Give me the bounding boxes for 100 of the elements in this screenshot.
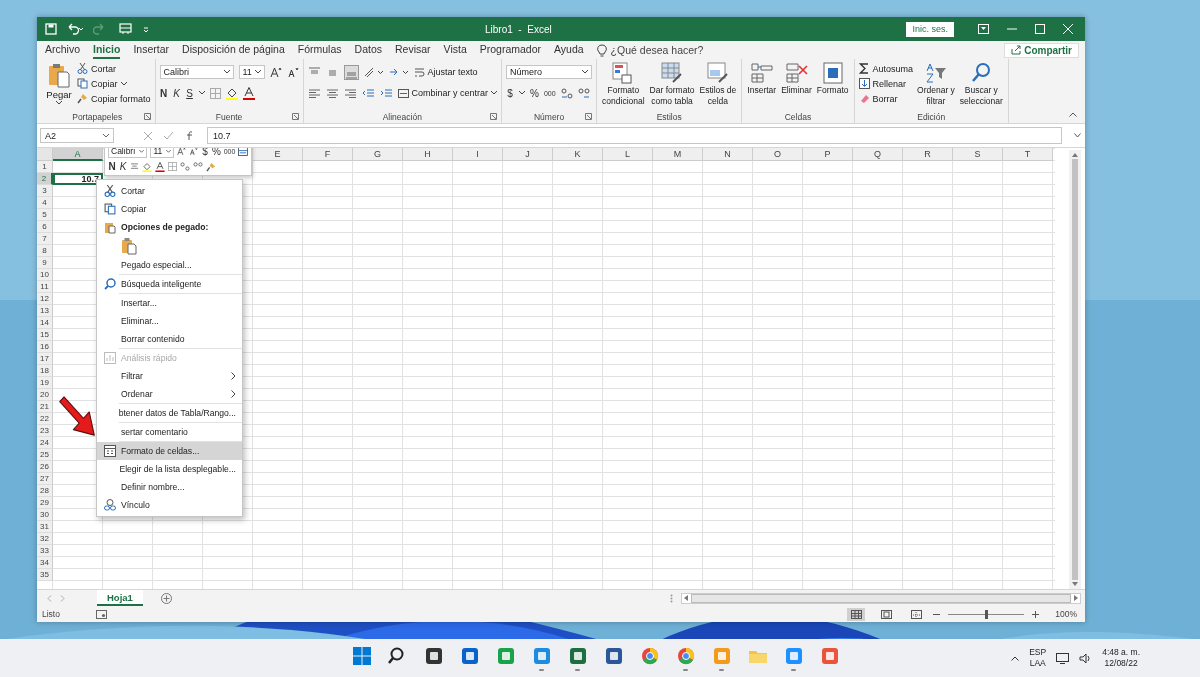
decrease-indent-icon[interactable] — [361, 87, 375, 99]
grow-font-icon[interactable] — [269, 66, 282, 78]
underline-button[interactable]: S — [185, 87, 194, 99]
network-icon[interactable] — [1056, 652, 1070, 664]
cut-button[interactable]: Cortar — [77, 62, 151, 75]
clock-date[interactable]: 12/08/22 — [1104, 658, 1138, 669]
autosum-button[interactable]: Autosuma — [858, 62, 914, 75]
row-header[interactable]: 6 — [37, 221, 53, 233]
column-header[interactable]: P — [803, 148, 853, 161]
number-format-field[interactable]: Número — [506, 65, 593, 79]
caret-icon[interactable] — [519, 91, 526, 95]
save-icon[interactable] — [45, 23, 57, 35]
language-text[interactable]: ESP — [1029, 647, 1047, 658]
add-sheet-icon[interactable] — [160, 592, 172, 604]
row-header[interactable]: 18 — [37, 365, 53, 377]
menu-item[interactable]: Copiar — [97, 200, 242, 218]
column-header[interactable]: K — [553, 148, 603, 161]
align-right-icon[interactable] — [343, 87, 357, 99]
taskbar-app-icon[interactable] — [603, 645, 624, 666]
dialog-launcher-icon[interactable] — [490, 113, 498, 120]
row-header[interactable]: 16 — [37, 341, 53, 353]
clock-time[interactable]: 4:48 a. m. — [1102, 647, 1140, 658]
row-header[interactable]: 11 — [37, 281, 53, 293]
bold-button[interactable]: N — [108, 161, 116, 173]
macro-record-icon[interactable] — [95, 609, 107, 619]
column-header[interactable]: L — [603, 148, 653, 161]
row-header[interactable]: 14 — [37, 317, 53, 329]
sheet-tab[interactable]: Hoja1 — [97, 590, 143, 606]
row-header[interactable]: 15 — [37, 329, 53, 341]
merge-center-button[interactable]: Combinar y centrar — [397, 86, 498, 100]
increase-decimal-icon[interactable] — [560, 87, 573, 99]
menu-item[interactable]: Vínculo — [97, 496, 242, 514]
tell-me-field[interactable]: ¿Qué desea hacer? — [610, 44, 704, 56]
font-size-field[interactable]: 11 — [150, 148, 175, 158]
sort-filter-button[interactable]: Ordenar y filtrar — [916, 62, 956, 110]
row-header[interactable]: 12 — [37, 293, 53, 305]
align-bottom-icon[interactable] — [343, 64, 359, 80]
menu-item[interactable]: Filtrar — [97, 367, 242, 385]
row-header[interactable]: 2 — [37, 173, 53, 185]
format-table-icon[interactable] — [238, 148, 248, 156]
font-name-field[interactable]: Calibri — [159, 65, 234, 79]
text-direction-icon[interactable] — [388, 66, 409, 78]
ribbon-tab[interactable]: Ayuda — [554, 41, 584, 59]
row-header[interactable]: 35 — [37, 569, 53, 581]
splitter-icon[interactable] — [670, 593, 673, 603]
font-color-icon[interactable] — [155, 161, 165, 172]
row-header[interactable]: 32 — [37, 533, 53, 545]
shrink-font-icon[interactable] — [286, 66, 299, 78]
horizontal-scrollbar[interactable] — [681, 592, 1081, 604]
dialog-launcher-icon[interactable] — [585, 113, 593, 120]
font-size-field[interactable]: 11 — [238, 65, 265, 79]
column-header[interactable]: H — [403, 148, 453, 161]
ribbon-display-icon[interactable] — [978, 24, 989, 34]
menu-item[interactable]: Pegado especial... — [97, 256, 242, 274]
row-header[interactable]: 27 — [37, 473, 53, 485]
row-header[interactable]: 22 — [37, 413, 53, 425]
menu-item[interactable]: Borrar contenido — [97, 330, 242, 348]
column-header[interactable]: N — [703, 148, 753, 161]
ribbon-tab[interactable]: Vista — [443, 41, 467, 59]
font-name-field[interactable]: Calibri — [108, 148, 148, 158]
format-painter-button[interactable]: Copiar formato — [77, 92, 151, 105]
collapse-ribbon-icon[interactable] — [1069, 112, 1077, 117]
style-button[interactable]: Estilos de celda — [698, 62, 738, 110]
format-painter-icon[interactable] — [206, 161, 216, 172]
share-button[interactable]: Compartir — [1004, 42, 1079, 58]
cells-button[interactable]: Eliminar — [780, 62, 813, 110]
cells-button[interactable]: Insertar — [746, 62, 778, 110]
row-header[interactable]: 19 — [37, 377, 53, 389]
wrap-text-button[interactable]: Ajustar texto — [413, 65, 478, 79]
row-header[interactable]: 25 — [37, 449, 53, 461]
row-header[interactable]: 31 — [37, 521, 53, 533]
paste-option-icon[interactable] — [121, 237, 137, 255]
row-header[interactable]: 33 — [37, 545, 53, 557]
row-header[interactable]: 8 — [37, 245, 53, 257]
menu-item[interactable]: Formato de celdas... — [97, 442, 242, 460]
column-header[interactable]: I — [453, 148, 503, 161]
name-box[interactable]: A2 — [40, 128, 114, 143]
undo-icon[interactable] — [67, 23, 83, 35]
zoom-percentage[interactable]: 100% — [1055, 609, 1077, 619]
row-header[interactable]: 9 — [37, 257, 53, 269]
keyboard-layout-text[interactable]: LAA — [1029, 658, 1046, 669]
zoom-slider-thumb[interactable] — [985, 609, 989, 619]
column-header[interactable]: T — [1003, 148, 1053, 161]
ribbon-tab[interactable]: Archivo — [45, 41, 80, 59]
find-select-button[interactable]: Buscar y seleccionar — [958, 62, 1004, 110]
row-header[interactable]: 13 — [37, 305, 53, 317]
menu-item[interactable]: Eliminar... — [97, 312, 242, 330]
caret-icon[interactable] — [198, 91, 205, 95]
scroll-down-icon[interactable] — [1072, 582, 1078, 586]
fill-color-icon[interactable] — [142, 161, 152, 172]
vertical-scrollbar[interactable] — [1069, 150, 1081, 589]
menu-item[interactable]: sertar comentario — [97, 423, 242, 441]
column-header[interactable]: J — [503, 148, 553, 161]
ribbon-tab[interactable]: Insertar — [133, 41, 170, 59]
shrink-font-icon[interactable] — [189, 148, 198, 156]
ribbon-tab[interactable]: Disposición de página — [182, 41, 285, 59]
cells-button[interactable]: Formato — [815, 62, 850, 110]
row-header[interactable]: 29 — [37, 497, 53, 509]
increase-indent-icon[interactable] — [379, 87, 393, 99]
close-icon[interactable] — [1063, 24, 1073, 34]
